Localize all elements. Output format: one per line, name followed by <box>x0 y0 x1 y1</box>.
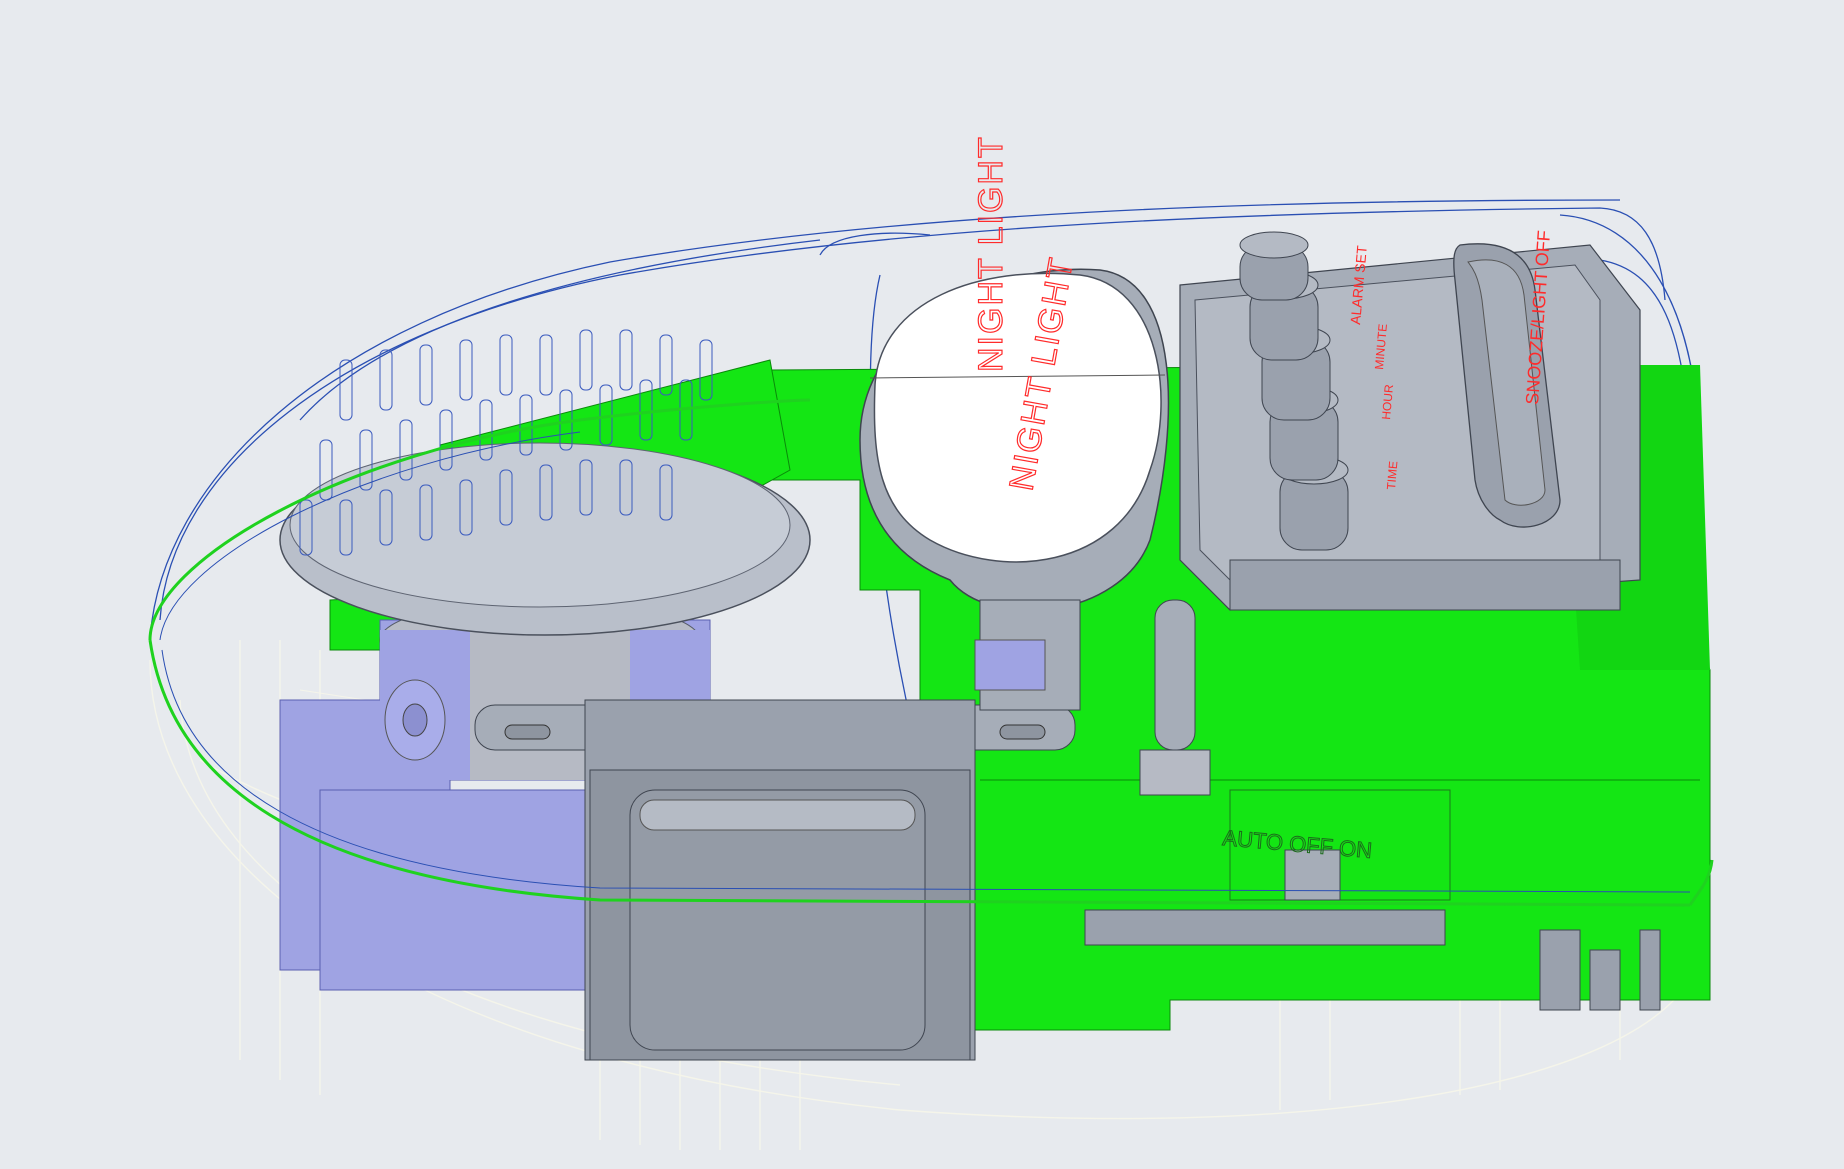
time-label: TIME <box>1384 460 1400 490</box>
cad-model-canvas[interactable]: NIGHT LIGHT NIGHT LIGHT SNOOZE/LIGHT OFF… <box>0 0 1844 1169</box>
cad-viewport[interactable]: NIGHT LIGHT NIGHT LIGHT SNOOZE/LIGHT OFF… <box>0 0 1844 1169</box>
night-light-label-top: NIGHT LIGHT <box>972 135 1010 372</box>
top-button[interactable] <box>1239 231 1309 301</box>
control-panel[interactable] <box>1179 244 1641 611</box>
